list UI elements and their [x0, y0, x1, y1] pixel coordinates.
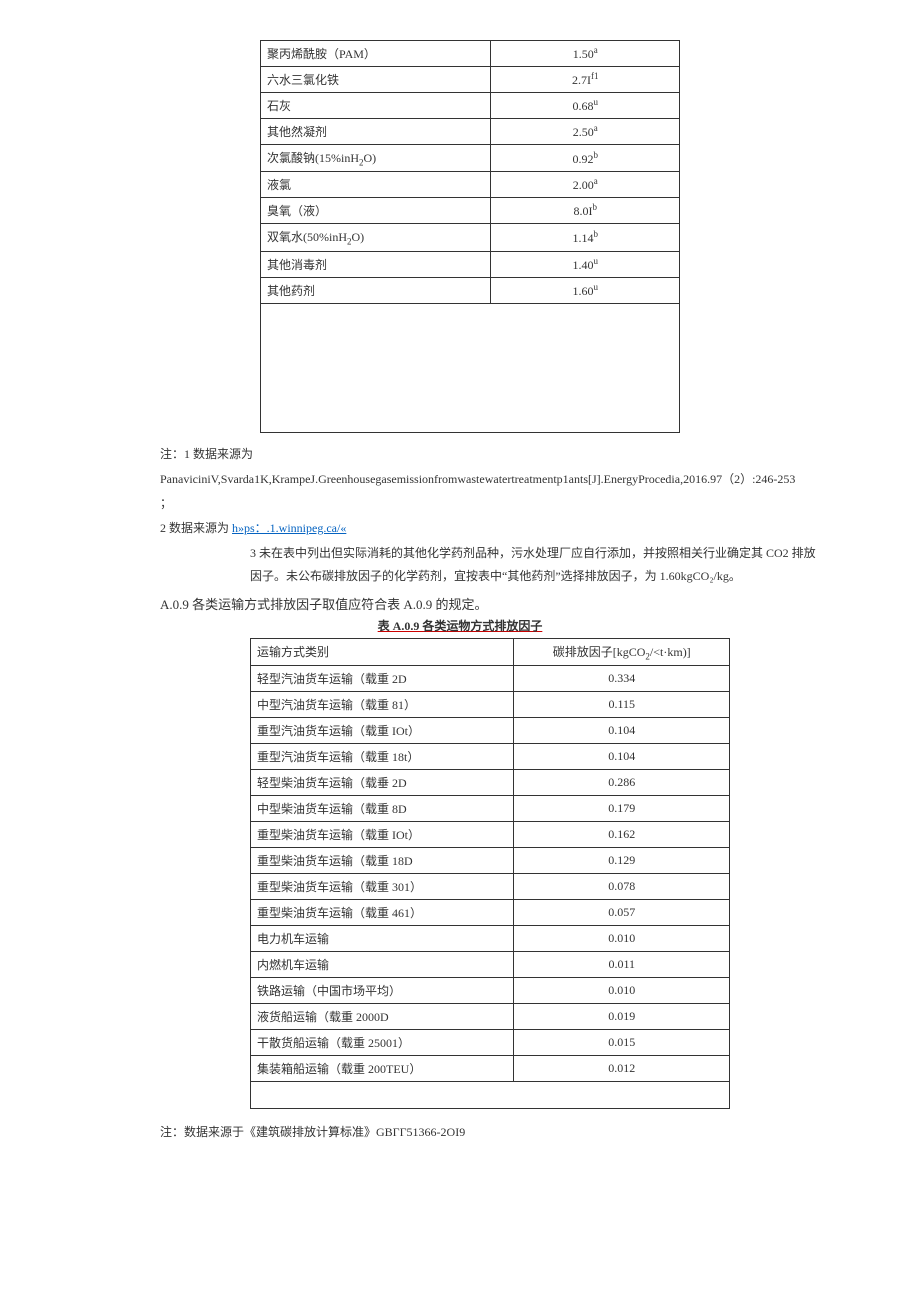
note-1-label: 注：1 数据来源为	[160, 443, 820, 466]
transport-value-cell: 0.019	[514, 1003, 730, 1029]
chemical-name-cell: 六水三氯化铁	[261, 67, 491, 93]
transport-type-cell: 中型柴油货车运输（载重 8D	[251, 795, 514, 821]
transport-type-cell: 轻型汽油货车运输（载重 2D	[251, 665, 514, 691]
transport-type-cell: 干散货船运输（载重 25001）	[251, 1029, 514, 1055]
table-row: 轻型柴油货车运输（载垂 2D0.286	[251, 769, 730, 795]
transport-type-cell: 重型柴油货车运输（载重 IOt）	[251, 821, 514, 847]
chemical-name-cell: 石灰	[261, 93, 491, 119]
emission-value-cell: 1.50a	[491, 41, 680, 67]
table-row: 液货船运输（载重 2000D0.019	[251, 1003, 730, 1029]
table-row: 次氯酸钠(15%inH2O)0.92b	[261, 145, 680, 172]
header-transport-type: 运输方式类别	[251, 638, 514, 665]
table-row: 集装箱船运输（载重 200TEU）0.012	[251, 1055, 730, 1081]
transport-type-cell: 重型柴油货车运输（载重 18D	[251, 847, 514, 873]
transport-emission-table: 运输方式类别 碳排放因子[kgCO2/<t·km)] 轻型汽油货车运输（载重 2…	[250, 638, 730, 1109]
emission-value-cell: 8.0Ib	[491, 198, 680, 224]
table-row: 其他然凝剂2.50a	[261, 119, 680, 145]
section-a09-line: A.0.9 各类运输方式排放因子取值应符合表 A.0.9 的规定。	[160, 594, 820, 613]
table-row: 中型柴油货车运输（载重 8D0.179	[251, 795, 730, 821]
emission-value-cell: 0.92b	[491, 145, 680, 172]
chemical-name-cell: 液氯	[261, 172, 491, 198]
emission-value-cell: 1.40u	[491, 251, 680, 277]
table-row: 其他药剂1.60u	[261, 277, 680, 303]
transport-type-cell: 液货船运输（载重 2000D	[251, 1003, 514, 1029]
transport-type-cell: 重型汽油货车运输（载重 IOt）	[251, 717, 514, 743]
table-row: 重型柴油货车运输（载重 IOt）0.162	[251, 821, 730, 847]
transport-value-cell: 0.129	[514, 847, 730, 873]
table-row: 铁路运输（中国市场平均）0.010	[251, 977, 730, 1003]
transport-type-cell: 轻型柴油货车运输（载垂 2D	[251, 769, 514, 795]
chemical-name-cell: 双氧水(50%inH2O)	[261, 224, 491, 251]
table-row: 重型汽油货车运输（载重 IOt）0.104	[251, 717, 730, 743]
transport-value-cell: 0.179	[514, 795, 730, 821]
transport-value-cell: 0.162	[514, 821, 730, 847]
transport-type-cell: 重型汽油货车运输（载重 18t）	[251, 743, 514, 769]
emission-value-cell: 2.50a	[491, 119, 680, 145]
notes-block-1: 注：1 数据来源为 PanaviciniV,Svarda1K,KrampeJ.G…	[160, 443, 820, 588]
table-row: 双氧水(50%inH2O)1.14b	[261, 224, 680, 251]
blank-row	[261, 303, 680, 432]
chemical-name-cell: 聚丙烯酰胺（PAM）	[261, 41, 491, 67]
transport-type-cell: 铁路运输（中国市场平均）	[251, 977, 514, 1003]
emission-value-cell: 2.00a	[491, 172, 680, 198]
table-row: 石灰0.68u	[261, 93, 680, 119]
transport-type-cell: 内燃机车运输	[251, 951, 514, 977]
transport-value-cell: 0.104	[514, 743, 730, 769]
transport-value-cell: 0.010	[514, 977, 730, 1003]
note-2: 2 数据来源为 h»ps：.1.winnipeg.ca/«	[160, 517, 820, 540]
table-row: 重型柴油货车运输（载重 461）0.057	[251, 899, 730, 925]
table-header-row: 运输方式类别 碳排放因子[kgCO2/<t·km)]	[251, 638, 730, 665]
chemical-name-cell: 次氯酸钠(15%inH2O)	[261, 145, 491, 172]
transport-type-cell: 重型柴油货车运输（载重 461）	[251, 899, 514, 925]
source-link[interactable]: h»ps：.1.winnipeg.ca/«	[232, 521, 346, 535]
note-1-tail: ；	[160, 492, 820, 515]
transport-value-cell: 0.057	[514, 899, 730, 925]
emission-value-cell: 1.60u	[491, 277, 680, 303]
chemical-name-cell: 其他然凝剂	[261, 119, 491, 145]
table-row: 电力机车运输0.010	[251, 925, 730, 951]
transport-type-cell: 集装箱船运输（载重 200TEU）	[251, 1055, 514, 1081]
table-row: 干散货船运输（载重 25001）0.015	[251, 1029, 730, 1055]
table-row: 聚丙烯酰胺（PAM）1.50a	[261, 41, 680, 67]
transport-type-cell: 中型汽油货车运输（载重 81）	[251, 691, 514, 717]
transport-value-cell: 0.078	[514, 873, 730, 899]
table-row: 重型柴油货车运输（载重 301）0.078	[251, 873, 730, 899]
transport-value-cell: 0.115	[514, 691, 730, 717]
header-emission-factor: 碳排放因子[kgCO2/<t·km)]	[514, 638, 730, 665]
transport-value-cell: 0.015	[514, 1029, 730, 1055]
blank-row	[251, 1081, 730, 1108]
table-row: 中型汽油货车运输（载重 81）0.115	[251, 691, 730, 717]
note-3: 3 未在表中列出但实际消耗的其他化学药剂品种，污水处理厂应自行添加，并按照相关行…	[250, 542, 820, 588]
table-row: 液氯2.00a	[261, 172, 680, 198]
transport-type-cell: 重型柴油货车运输（载重 301）	[251, 873, 514, 899]
table-row: 六水三氯化铁2.7If1	[261, 67, 680, 93]
transport-value-cell: 0.010	[514, 925, 730, 951]
chemical-name-cell: 其他消毒剂	[261, 251, 491, 277]
table-row: 内燃机车运输0.011	[251, 951, 730, 977]
emission-value-cell: 2.7If1	[491, 67, 680, 93]
table-row: 重型汽油货车运输（载重 18t）0.104	[251, 743, 730, 769]
transport-value-cell: 0.104	[514, 717, 730, 743]
chemical-emission-table: 聚丙烯酰胺（PAM）1.50a六水三氯化铁2.7If1石灰0.68u其他然凝剂2…	[260, 40, 680, 433]
emission-value-cell: 1.14b	[491, 224, 680, 251]
transport-value-cell: 0.286	[514, 769, 730, 795]
transport-value-cell: 0.012	[514, 1055, 730, 1081]
table-a09-title: 表 A.0.9 各类运物方式排放因子	[100, 617, 820, 634]
transport-value-cell: 0.334	[514, 665, 730, 691]
table-row: 臭氧（液）8.0Ib	[261, 198, 680, 224]
table-row: 重型柴油货车运输（载重 18D0.129	[251, 847, 730, 873]
chemical-name-cell: 其他药剂	[261, 277, 491, 303]
table-row: 轻型汽油货车运输（载重 2D0.334	[251, 665, 730, 691]
emission-value-cell: 0.68u	[491, 93, 680, 119]
note-1-citation: PanaviciniV,Svarda1K,KrampeJ.Greenhouseg…	[160, 468, 820, 491]
table-row: 其他消毒剂1.40u	[261, 251, 680, 277]
chemical-name-cell: 臭氧（液）	[261, 198, 491, 224]
transport-type-cell: 电力机车运输	[251, 925, 514, 951]
footnote-source: 注：数据来源于《建筑碳排放计算标准》GBГГ51366-2OI9	[160, 1123, 820, 1140]
transport-value-cell: 0.011	[514, 951, 730, 977]
